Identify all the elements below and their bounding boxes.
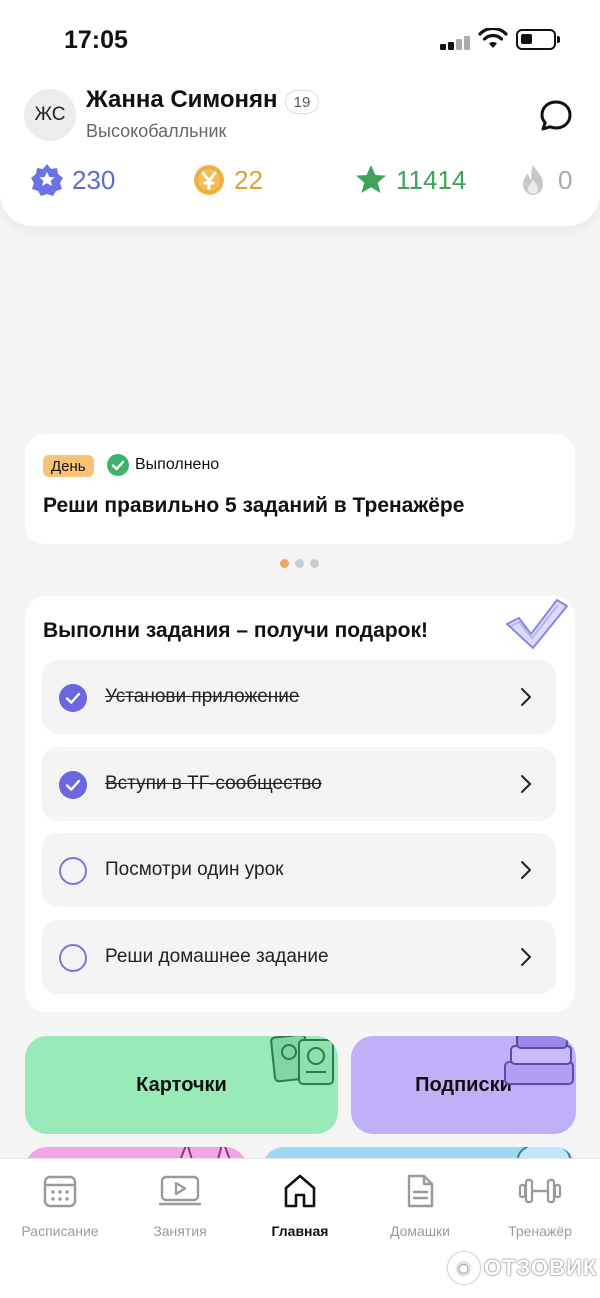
nav-item-trainer[interactable]: Тренажёр	[480, 1173, 600, 1239]
profile-header: 17:05 ЖС Жанна Симонян 19 Высокобалльник…	[0, 0, 600, 226]
gift-tasks-card: Выполни задания – получи подарок! Устано…	[25, 596, 575, 1012]
checked-circle-icon[interactable]	[59, 771, 87, 799]
cards-tile-label: Карточки	[136, 1073, 227, 1096]
nav-label: Домашки	[389, 1223, 450, 1239]
calendar-icon	[43, 1175, 77, 1208]
dumbbell-icon	[518, 1178, 562, 1204]
nav-label: Занятия	[153, 1223, 207, 1239]
chevron-right-icon	[521, 948, 531, 966]
chevron-right-icon	[521, 775, 531, 793]
stat-streak[interactable]: 0	[516, 160, 572, 200]
subscriptions-tile[interactable]: Подписки	[351, 1036, 576, 1134]
user-name: Жанна Симонян	[86, 86, 278, 113]
stat-stars[interactable]: 11414	[354, 160, 466, 200]
coin-icon	[194, 165, 224, 195]
watermark-logo-icon: ◉	[448, 1252, 480, 1284]
nav-label: Расписание	[21, 1223, 99, 1239]
carousel-pagination[interactable]	[280, 559, 319, 568]
unchecked-circle-icon[interactable]	[59, 944, 87, 972]
chevron-right-icon	[521, 688, 531, 706]
chevron-right-icon	[521, 861, 531, 879]
stat-rating-value: 230	[72, 164, 116, 195]
task-row[interactable]: Реши домашнее задание	[42, 920, 556, 994]
carousel-dot[interactable]	[310, 559, 319, 568]
carousel-dot[interactable]	[295, 559, 304, 568]
cards-tile[interactable]: Карточки	[25, 1036, 338, 1134]
user-rank: Высокобалльник	[86, 121, 227, 141]
signal-icon	[440, 36, 470, 50]
task-label: Установи приложение	[105, 686, 300, 707]
subscriptions-tile-label: Подписки	[415, 1073, 512, 1096]
nav-item-schedule[interactable]: Расписание	[0, 1173, 120, 1239]
stat-coins-value: 22	[234, 164, 263, 195]
stat-stars-value: 11414	[396, 164, 467, 195]
daily-task-title: Реши правильно 5 заданий в Тренажёре	[43, 494, 465, 517]
day-badge: День	[43, 455, 94, 477]
flashcards-icon	[270, 1036, 334, 1085]
avatar[interactable]: ЖС	[24, 89, 76, 141]
task-row[interactable]: Вступи в ТГ-сообщество	[42, 747, 556, 821]
nav-item-home[interactable]: Главная	[240, 1173, 360, 1239]
task-label: Реши домашнее задание	[105, 946, 329, 967]
chat-icon[interactable]	[538, 98, 574, 134]
daily-task-card[interactable]: День Выполнено Реши правильно 5 заданий …	[25, 434, 575, 544]
checkmark-decoration-icon	[506, 599, 568, 649]
task-label: Вступи в ТГ-сообщество	[105, 773, 322, 794]
task-label: Посмотри один урок	[105, 859, 284, 880]
task-row[interactable]: Посмотри один урок	[42, 833, 556, 907]
star-icon	[356, 165, 386, 193]
unchecked-circle-icon[interactable]	[59, 857, 87, 885]
nav-label: Главная	[271, 1223, 329, 1239]
level-badge: 19	[285, 90, 319, 114]
watermark: ◉ ОТЗОВИК	[448, 1252, 597, 1284]
check-circle-icon	[107, 454, 129, 476]
checked-circle-icon[interactable]	[59, 684, 87, 712]
document-icon	[407, 1174, 434, 1208]
watermark-text: ОТЗОВИК	[484, 1255, 598, 1280]
status-time: 17:05	[64, 26, 128, 54]
task-row[interactable]: Установи приложение	[42, 660, 556, 734]
stat-rating[interactable]: 230	[30, 160, 115, 200]
nav-item-homework[interactable]: Домашки	[360, 1173, 480, 1239]
battery-icon	[516, 29, 560, 50]
daily-status: Выполнено	[135, 456, 220, 473]
status-bar: 17:05	[0, 0, 600, 80]
carousel-dot[interactable]	[280, 559, 289, 568]
rating-badge-icon	[31, 164, 63, 196]
books-stack-icon	[504, 1036, 574, 1085]
video-lesson-icon	[159, 1175, 201, 1206]
gift-tasks-title: Выполни задания – получи подарок!	[43, 619, 428, 642]
stat-coins[interactable]: 22	[192, 160, 263, 200]
nav-item-lessons[interactable]: Занятия	[120, 1173, 240, 1239]
home-icon	[284, 1174, 316, 1208]
stat-streak-value: 0	[558, 164, 573, 195]
flame-icon	[523, 165, 543, 195]
wifi-icon	[478, 28, 508, 48]
nav-label: Тренажёр	[508, 1223, 572, 1239]
